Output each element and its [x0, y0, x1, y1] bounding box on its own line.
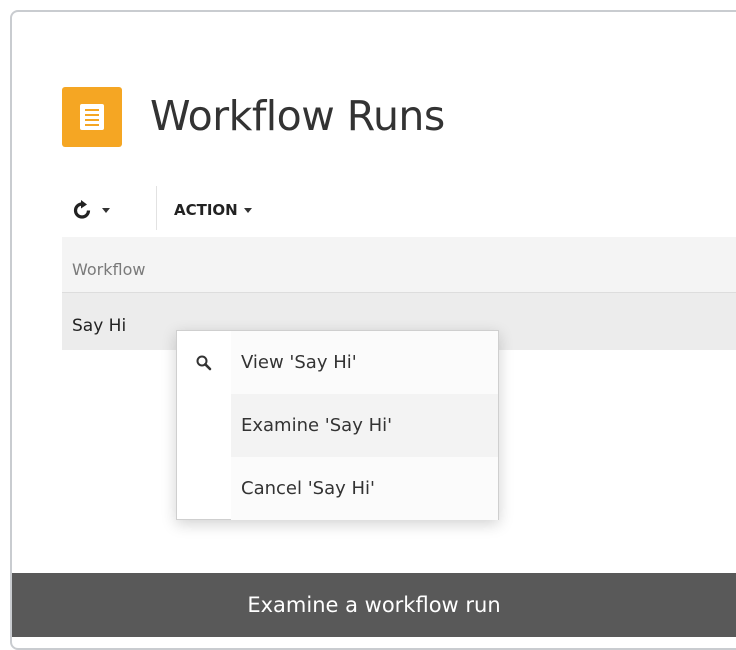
page-title: Workflow Runs — [150, 92, 445, 140]
refresh-button[interactable] — [72, 196, 132, 224]
action-menu-button[interactable]: ACTION — [174, 196, 252, 224]
menu-item-view[interactable]: View 'Say Hi' — [177, 331, 498, 394]
menu-item-cancel[interactable]: Cancel 'Say Hi' — [177, 457, 498, 520]
table-header: Workflow — [62, 237, 736, 293]
toolbar-divider — [156, 186, 157, 230]
menu-icon-gutter — [177, 394, 230, 457]
refresh-icon — [73, 200, 91, 219]
table-cell-workflow: Say Hi — [72, 316, 127, 336]
menu-item-label: Examine 'Say Hi' — [231, 394, 498, 457]
chevron-down-icon — [102, 207, 110, 213]
toolbar: ACTION — [62, 186, 736, 230]
caption-bar: Examine a workflow run — [12, 573, 736, 637]
menu-icon-gutter — [177, 457, 230, 520]
action-button-label: ACTION — [174, 201, 238, 219]
search-icon — [196, 355, 211, 370]
chevron-down-icon — [243, 207, 252, 213]
menu-item-examine[interactable]: Examine 'Say Hi' — [177, 394, 498, 457]
column-header-workflow[interactable]: Workflow — [72, 260, 145, 279]
table-list-icon — [62, 87, 122, 147]
context-menu: View 'Say Hi' Examine 'Say Hi' Cancel 'S… — [176, 330, 499, 520]
menu-icon-gutter — [177, 331, 230, 394]
menu-item-label: Cancel 'Say Hi' — [231, 457, 498, 520]
menu-item-label: View 'Say Hi' — [231, 331, 498, 394]
caption-text: Examine a workflow run — [247, 593, 501, 617]
